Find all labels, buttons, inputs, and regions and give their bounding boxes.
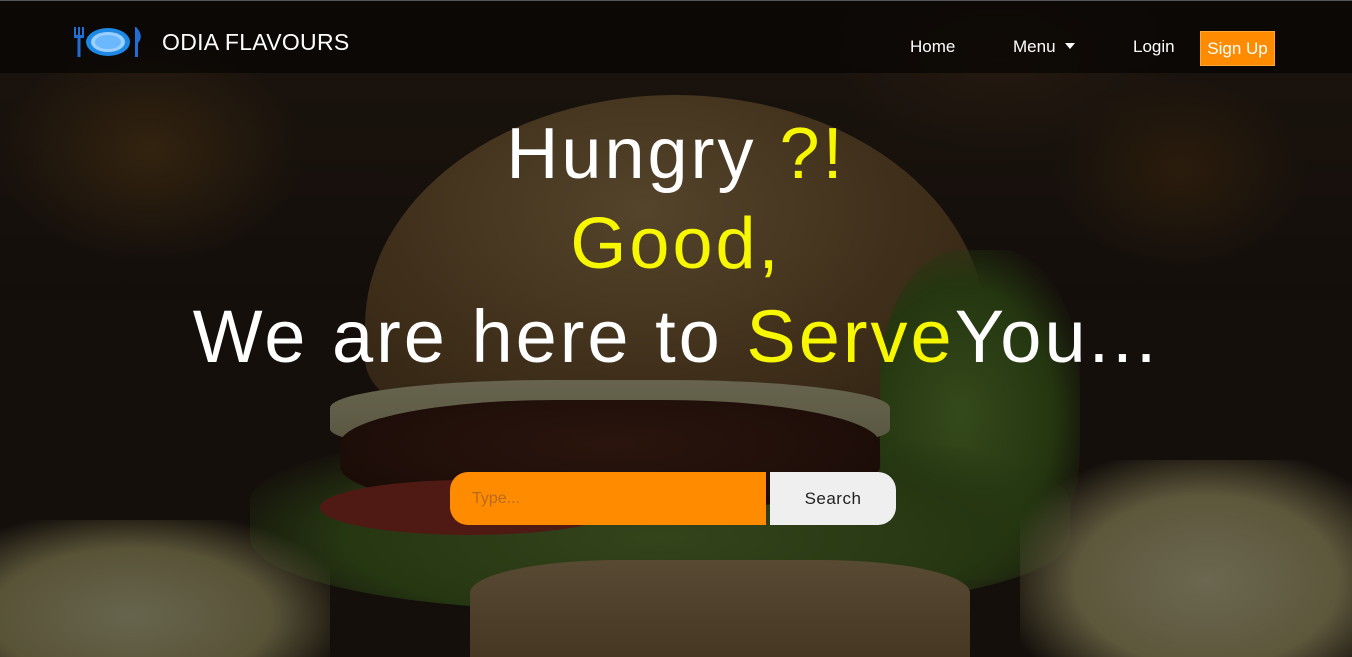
- nav-home-link[interactable]: Home: [910, 37, 955, 57]
- hero-line3-tail: You...: [954, 295, 1160, 378]
- page: ODIA FLAVOURS Home Menu Login Sign Up Hu…: [0, 0, 1352, 657]
- nav-menu-dropdown[interactable]: Menu: [1013, 37, 1075, 57]
- hero-heading-line3: We are here to ServeYou...: [0, 294, 1352, 379]
- search-button[interactable]: Search: [770, 472, 896, 525]
- hero-line3-highlight: Serve: [746, 295, 955, 378]
- nav-menu-label: Menu: [1013, 37, 1056, 56]
- hero-heading-line1: Hungry ?!: [0, 113, 1352, 195]
- search-form: Search: [450, 472, 896, 525]
- caret-down-icon: [1064, 43, 1075, 49]
- nav-links: Home Menu Login Sign Up: [0, 31, 1352, 66]
- nav-login-link[interactable]: Login: [1133, 37, 1175, 57]
- hero-line1-text: Hungry: [506, 114, 780, 194]
- hero-line3-text: We are here to: [192, 295, 747, 378]
- search-input[interactable]: [450, 472, 766, 525]
- hero-heading-line2: Good,: [570, 204, 782, 284]
- navbar: ODIA FLAVOURS Home Menu Login Sign Up: [0, 0, 1352, 73]
- hero-line1-highlight: ?!: [779, 114, 846, 194]
- signup-button[interactable]: Sign Up: [1200, 31, 1275, 66]
